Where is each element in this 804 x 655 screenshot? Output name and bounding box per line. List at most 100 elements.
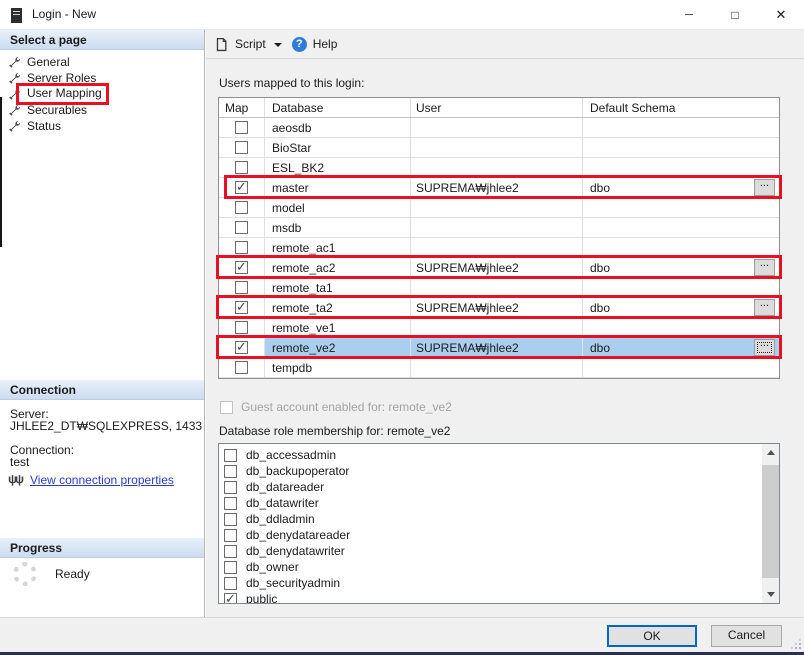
map-checkbox[interactable] [235, 161, 248, 174]
role-checkbox[interactable] [224, 513, 237, 526]
grid-row[interactable]: ESL_BK2 [219, 158, 779, 178]
column-header-database[interactable]: Database [265, 98, 411, 117]
map-checkbox[interactable] [235, 201, 248, 214]
role-list-item[interactable]: db_ddladmin [219, 511, 779, 527]
user-cell[interactable] [411, 158, 583, 177]
database-cell[interactable]: BioStar [265, 138, 411, 157]
map-cell[interactable] [219, 318, 265, 337]
role-list-item[interactable]: db_datareader [219, 479, 779, 495]
column-header-default-schema[interactable]: Default Schema [583, 98, 779, 117]
role-list-item[interactable]: db_owner [219, 559, 779, 575]
role-checkbox[interactable] [224, 529, 237, 542]
role-checkbox[interactable] [224, 449, 237, 462]
default-schema-cell[interactable]: dbo... [583, 178, 779, 197]
role-list-item[interactable]: db_securityadmin [219, 575, 779, 591]
scrollbar-thumb[interactable] [762, 465, 779, 578]
grid-row[interactable]: model [219, 198, 779, 218]
default-schema-cell[interactable] [583, 318, 779, 337]
map-cell[interactable] [219, 178, 265, 197]
map-cell[interactable] [219, 138, 265, 157]
default-schema-cell[interactable] [583, 118, 779, 137]
default-schema-cell[interactable] [583, 358, 779, 377]
user-cell[interactable] [411, 358, 583, 377]
browse-schema-button[interactable]: ... [754, 179, 775, 196]
map-cell[interactable] [219, 258, 265, 277]
role-list-item[interactable]: db_backupoperator [219, 463, 779, 479]
map-checkbox[interactable] [235, 281, 248, 294]
map-cell[interactable] [219, 198, 265, 217]
user-cell[interactable] [411, 138, 583, 157]
grid-row[interactable]: remote_ta2 SUPREMA₩jhlee2 dbo... [219, 298, 779, 318]
user-cell[interactable]: SUPREMA₩jhlee2 [411, 298, 583, 317]
map-checkbox[interactable] [235, 221, 248, 234]
scroll-up-button[interactable] [762, 444, 779, 461]
role-checkbox[interactable] [224, 481, 237, 494]
grid-row[interactable]: BioStar [219, 138, 779, 158]
map-cell[interactable] [219, 358, 265, 377]
map-checkbox[interactable] [235, 341, 248, 354]
database-cell[interactable]: ESL_BK2 [265, 158, 411, 177]
grid-row[interactable]: remote_ta1 [219, 278, 779, 298]
user-cell[interactable]: SUPREMA₩jhlee2 [411, 338, 583, 357]
grid-row[interactable]: remote_ve1 [219, 318, 779, 338]
role-checkbox[interactable] [224, 593, 237, 605]
database-cell[interactable]: master [265, 178, 411, 197]
user-cell[interactable] [411, 278, 583, 297]
close-button[interactable]: ✕ [758, 0, 804, 29]
role-checkbox[interactable] [224, 577, 237, 590]
grid-row[interactable]: msdb [219, 218, 779, 238]
user-cell[interactable] [411, 198, 583, 217]
help-button[interactable]: Help [313, 37, 338, 51]
map-checkbox[interactable] [235, 361, 248, 374]
database-cell[interactable]: tempdb [265, 358, 411, 377]
script-button[interactable]: Script [235, 37, 266, 51]
default-schema-cell[interactable]: dbo... [583, 258, 779, 277]
database-cell[interactable]: remote_ac2 [265, 258, 411, 277]
map-cell[interactable] [219, 278, 265, 297]
database-cell[interactable]: remote_ta1 [265, 278, 411, 297]
role-list-item[interactable]: db_denydatareader [219, 527, 779, 543]
sidebar-page-item[interactable]: Status [0, 118, 204, 134]
sidebar-page-item[interactable]: General [0, 54, 204, 70]
resize-grip[interactable] [791, 639, 801, 649]
database-cell[interactable]: remote_ta2 [265, 298, 411, 317]
minimize-button[interactable]: ─ [666, 0, 712, 29]
map-cell[interactable] [219, 158, 265, 177]
browse-schema-button[interactable]: ... [754, 259, 775, 276]
role-checkbox[interactable] [224, 497, 237, 510]
grid-row[interactable]: remote_ac2 SUPREMA₩jhlee2 dbo... [219, 258, 779, 278]
default-schema-cell[interactable] [583, 238, 779, 257]
role-list-item[interactable]: db_accessadmin [219, 447, 779, 463]
map-checkbox[interactable] [235, 181, 248, 194]
role-list-scrollbar[interactable] [762, 444, 779, 603]
map-checkbox[interactable] [235, 321, 248, 334]
cancel-button[interactable]: Cancel [711, 625, 782, 647]
user-cell[interactable] [411, 238, 583, 257]
database-cell[interactable]: aeosdb [265, 118, 411, 137]
role-checkbox[interactable] [224, 545, 237, 558]
default-schema-cell[interactable] [583, 198, 779, 217]
database-cell[interactable]: remote_ve1 [265, 318, 411, 337]
column-header-map[interactable]: Map [219, 98, 265, 117]
map-cell[interactable] [219, 238, 265, 257]
role-checkbox[interactable] [224, 465, 237, 478]
database-cell[interactable]: remote_ac1 [265, 238, 411, 257]
user-cell[interactable] [411, 218, 583, 237]
browse-schema-button[interactable]: ... [754, 299, 775, 316]
database-cell[interactable]: model [265, 198, 411, 217]
grid-row[interactable]: aeosdb [219, 118, 779, 138]
default-schema-cell[interactable] [583, 278, 779, 297]
maximize-button[interactable]: □ [712, 0, 758, 29]
scroll-down-button[interactable] [762, 586, 779, 603]
map-checkbox[interactable] [235, 141, 248, 154]
map-checkbox[interactable] [235, 121, 248, 134]
grid-row[interactable]: remote_ac1 [219, 238, 779, 258]
map-checkbox[interactable] [235, 261, 248, 274]
sidebar-page-item[interactable]: User Mapping [0, 86, 204, 102]
default-schema-cell[interactable] [583, 158, 779, 177]
user-cell[interactable] [411, 118, 583, 137]
role-list-item[interactable]: db_denydatawriter [219, 543, 779, 559]
database-cell[interactable]: remote_ve2 [265, 338, 411, 357]
user-cell[interactable] [411, 318, 583, 337]
map-cell[interactable] [219, 218, 265, 237]
